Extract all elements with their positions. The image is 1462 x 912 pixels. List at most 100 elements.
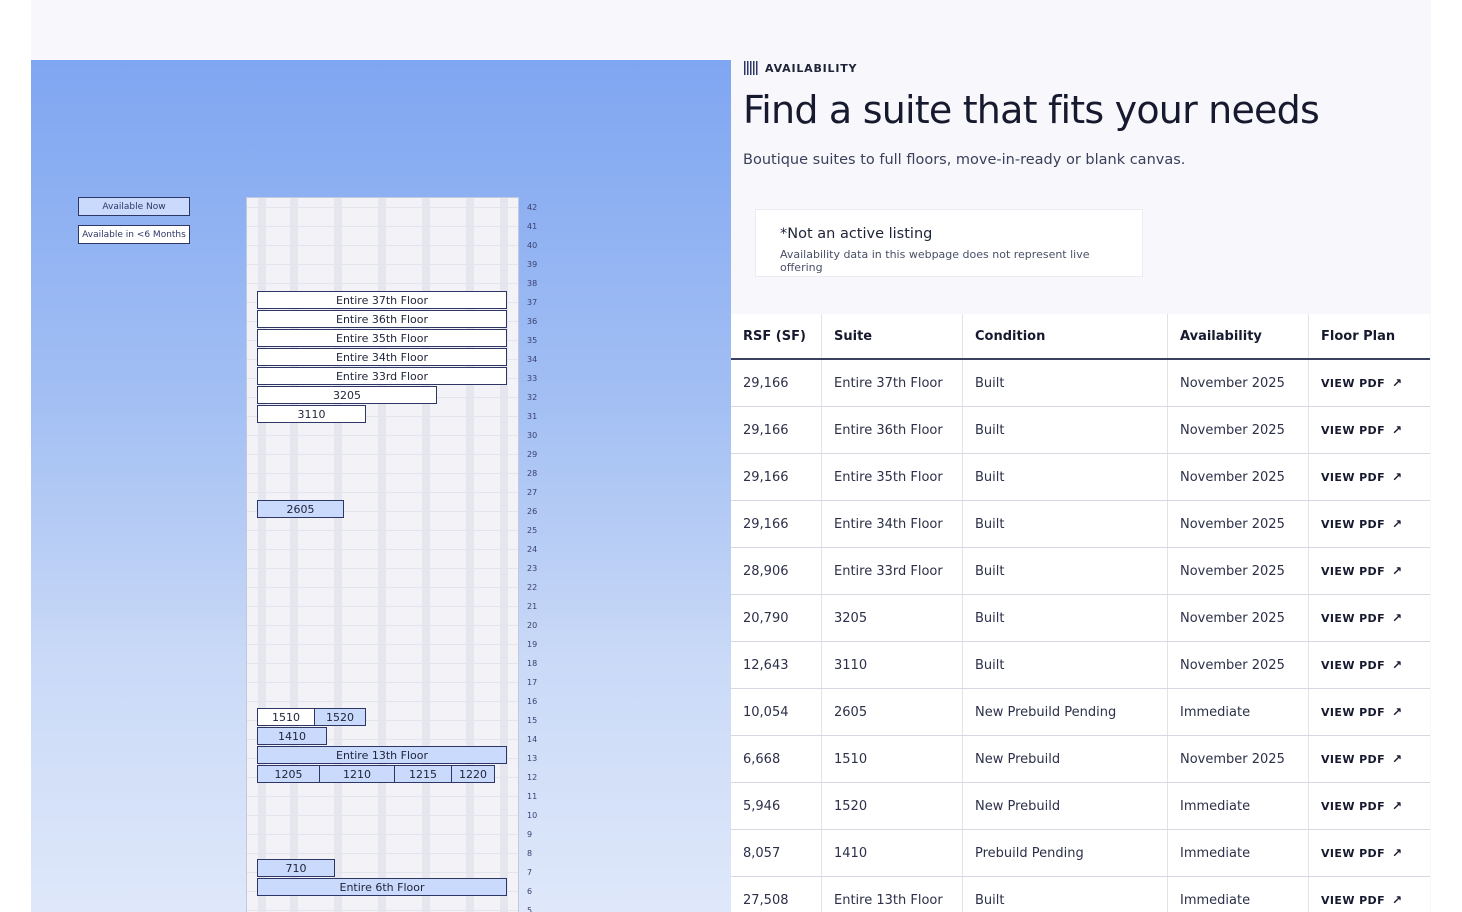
cell-condition: Built [963, 454, 1168, 500]
view-pdf-link[interactable]: VIEW PDF ↗ [1321, 846, 1402, 860]
cell-condition: Prebuild Pending [963, 830, 1168, 876]
table-row[interactable]: 29,166 Entire 36th Floor Built November 202… [731, 407, 1430, 454]
floor-label: 7 [527, 868, 533, 877]
table-row[interactable]: 29,166 Entire 35th Floor Built November 202… [731, 454, 1430, 501]
floor-label: 25 [527, 526, 538, 535]
floor-label: 17 [527, 678, 538, 687]
suite-710[interactable]: 710 [257, 859, 335, 877]
suite-1410[interactable]: 1410 [257, 727, 327, 745]
suite-entire-6th-floor[interactable]: Entire 6th Floor [257, 878, 507, 896]
table-row[interactable]: 8,057 1410 Prebuild Pending Immediate VIEW P… [731, 830, 1430, 877]
cell-floor-plan: VIEW PDF ↗ [1309, 736, 1430, 782]
legend-available-6-months[interactable]: Available in <6 Months [78, 225, 190, 244]
view-pdf-link[interactable]: VIEW PDF ↗ [1321, 658, 1402, 672]
external-link-icon: ↗ [1392, 423, 1403, 437]
cell-suite: 3110 [822, 642, 963, 688]
suite-1220[interactable]: 1220 [451, 765, 495, 783]
cell-availability: November 2025 [1168, 595, 1309, 641]
floor-label: 14 [527, 735, 538, 744]
view-pdf-link[interactable]: VIEW PDF ↗ [1321, 893, 1402, 907]
cell-floor-plan: VIEW PDF ↗ [1309, 595, 1430, 641]
table-row[interactable]: 29,166 Entire 37th Floor Built November 202… [731, 360, 1430, 407]
cell-floor-plan: VIEW PDF ↗ [1309, 407, 1430, 453]
view-pdf-link[interactable]: VIEW PDF ↗ [1321, 423, 1402, 437]
suite-1205[interactable]: 1205 [257, 765, 320, 783]
floor-label: 31 [527, 412, 538, 421]
floor-label: 20 [527, 621, 538, 630]
view-pdf-link[interactable]: VIEW PDF ↗ [1321, 705, 1402, 719]
suite-entire-35th-floor[interactable]: Entire 35th Floor [257, 329, 507, 347]
external-link-icon: ↗ [1392, 376, 1403, 390]
floor-label: 42 [527, 203, 538, 212]
cell-condition: Built [963, 877, 1168, 912]
cell-availability: November 2025 [1168, 642, 1309, 688]
cell-rsf: 5,946 [731, 783, 822, 829]
table-row[interactable]: 29,166 Entire 34th Floor Built November 202… [731, 501, 1430, 548]
cell-availability: November 2025 [1168, 501, 1309, 547]
floor-label: 19 [527, 640, 538, 649]
notice-title: *Not an active listing [780, 226, 933, 242]
suite-3205[interactable]: 3205 [257, 386, 437, 404]
suite-entire-36th-floor[interactable]: Entire 36th Floor [257, 310, 507, 328]
suite-2605[interactable]: 2605 [257, 500, 344, 518]
table-row[interactable]: 28,906 Entire 33rd Floor Built November 202… [731, 548, 1430, 595]
table-row[interactable]: 20,790 3205 Built November 2025 VIEW PDF ↗ [731, 595, 1430, 642]
floor-label: 26 [527, 507, 538, 516]
legend-available-now[interactable]: Available Now [78, 197, 190, 216]
column-header-suite: Suite [822, 314, 963, 358]
suite-entire-34th-floor[interactable]: Entire 34th Floor [257, 348, 507, 366]
floor-label: 37 [527, 298, 538, 307]
cell-availability: November 2025 [1168, 360, 1309, 406]
cell-availability: Immediate [1168, 689, 1309, 735]
view-pdf-link[interactable]: VIEW PDF ↗ [1321, 470, 1402, 484]
column-header-floor-plan: Floor Plan [1321, 328, 1396, 344]
table-row[interactable]: 6,668 1510 New Prebuild November 2025 VIEW P… [731, 736, 1430, 783]
floor-label: 36 [527, 317, 538, 326]
cell-suite: 1520 [822, 783, 963, 829]
availability-page: Available Now Available in <6 Months Ent… [0, 0, 1462, 912]
floor-label: 29 [527, 450, 538, 459]
floor-label: 9 [527, 830, 533, 839]
availability-panel: AVAILABILITY Find a suite that fits your… [731, 0, 1431, 912]
cell-suite: Entire 36th Floor [822, 407, 963, 453]
cell-suite: Entire 34th Floor [822, 501, 963, 547]
floor-label: 13 [527, 754, 538, 763]
cell-suite: Entire 35th Floor [822, 454, 963, 500]
view-pdf-label: VIEW PDF [1321, 846, 1385, 860]
suite-entire-33rd-floor[interactable]: Entire 33rd Floor [257, 367, 507, 385]
suite-entire-37th-floor[interactable]: Entire 37th Floor [257, 291, 507, 309]
suite-3110[interactable]: 3110 [257, 405, 366, 423]
cell-condition: New Prebuild [963, 736, 1168, 782]
floor-label: 6 [527, 887, 533, 896]
external-link-icon: ↗ [1392, 470, 1403, 484]
cell-suite: Entire 37th Floor [822, 360, 963, 406]
cell-rsf: 29,166 [731, 501, 822, 547]
cell-rsf: 10,054 [731, 689, 822, 735]
cell-condition: Built [963, 407, 1168, 453]
cell-rsf: 12,643 [731, 642, 822, 688]
view-pdf-link[interactable]: VIEW PDF ↗ [1321, 799, 1402, 813]
table-body: 29,166 Entire 37th Floor Built November 202… [731, 360, 1430, 912]
cell-availability: November 2025 [1168, 736, 1309, 782]
view-pdf-label: VIEW PDF [1321, 376, 1385, 390]
table-row[interactable]: 5,946 1520 New Prebuild Immediate VIEW PDF ↗ [731, 783, 1430, 830]
view-pdf-link[interactable]: VIEW PDF ↗ [1321, 564, 1402, 578]
view-pdf-link[interactable]: VIEW PDF ↗ [1321, 752, 1402, 766]
cell-rsf: 8,057 [731, 830, 822, 876]
view-pdf-link[interactable]: VIEW PDF ↗ [1321, 611, 1402, 625]
floor-label: 38 [527, 279, 538, 288]
suite-1215[interactable]: 1215 [394, 765, 452, 783]
table-row[interactable]: 12,643 3110 Built November 2025 VIEW PDF ↗ [731, 642, 1430, 689]
suite-1520[interactable]: 1520 [314, 708, 366, 726]
cell-condition: Built [963, 360, 1168, 406]
table-row[interactable]: 27,508 Entire 13th Floor Built Immediate VIE… [731, 877, 1430, 912]
view-pdf-link[interactable]: VIEW PDF ↗ [1321, 517, 1402, 531]
floor-label: 8 [527, 849, 533, 858]
suite-entire-13th-floor[interactable]: Entire 13th Floor [257, 746, 507, 764]
table-row[interactable]: 10,054 2605 New Prebuild Pending Immediate V… [731, 689, 1430, 736]
suite-1510[interactable]: 1510 [257, 708, 315, 726]
view-pdf-link[interactable]: VIEW PDF ↗ [1321, 376, 1402, 390]
cell-availability: Immediate [1168, 877, 1309, 912]
floor-label: 30 [527, 431, 538, 440]
suite-1210[interactable]: 1210 [319, 765, 395, 783]
